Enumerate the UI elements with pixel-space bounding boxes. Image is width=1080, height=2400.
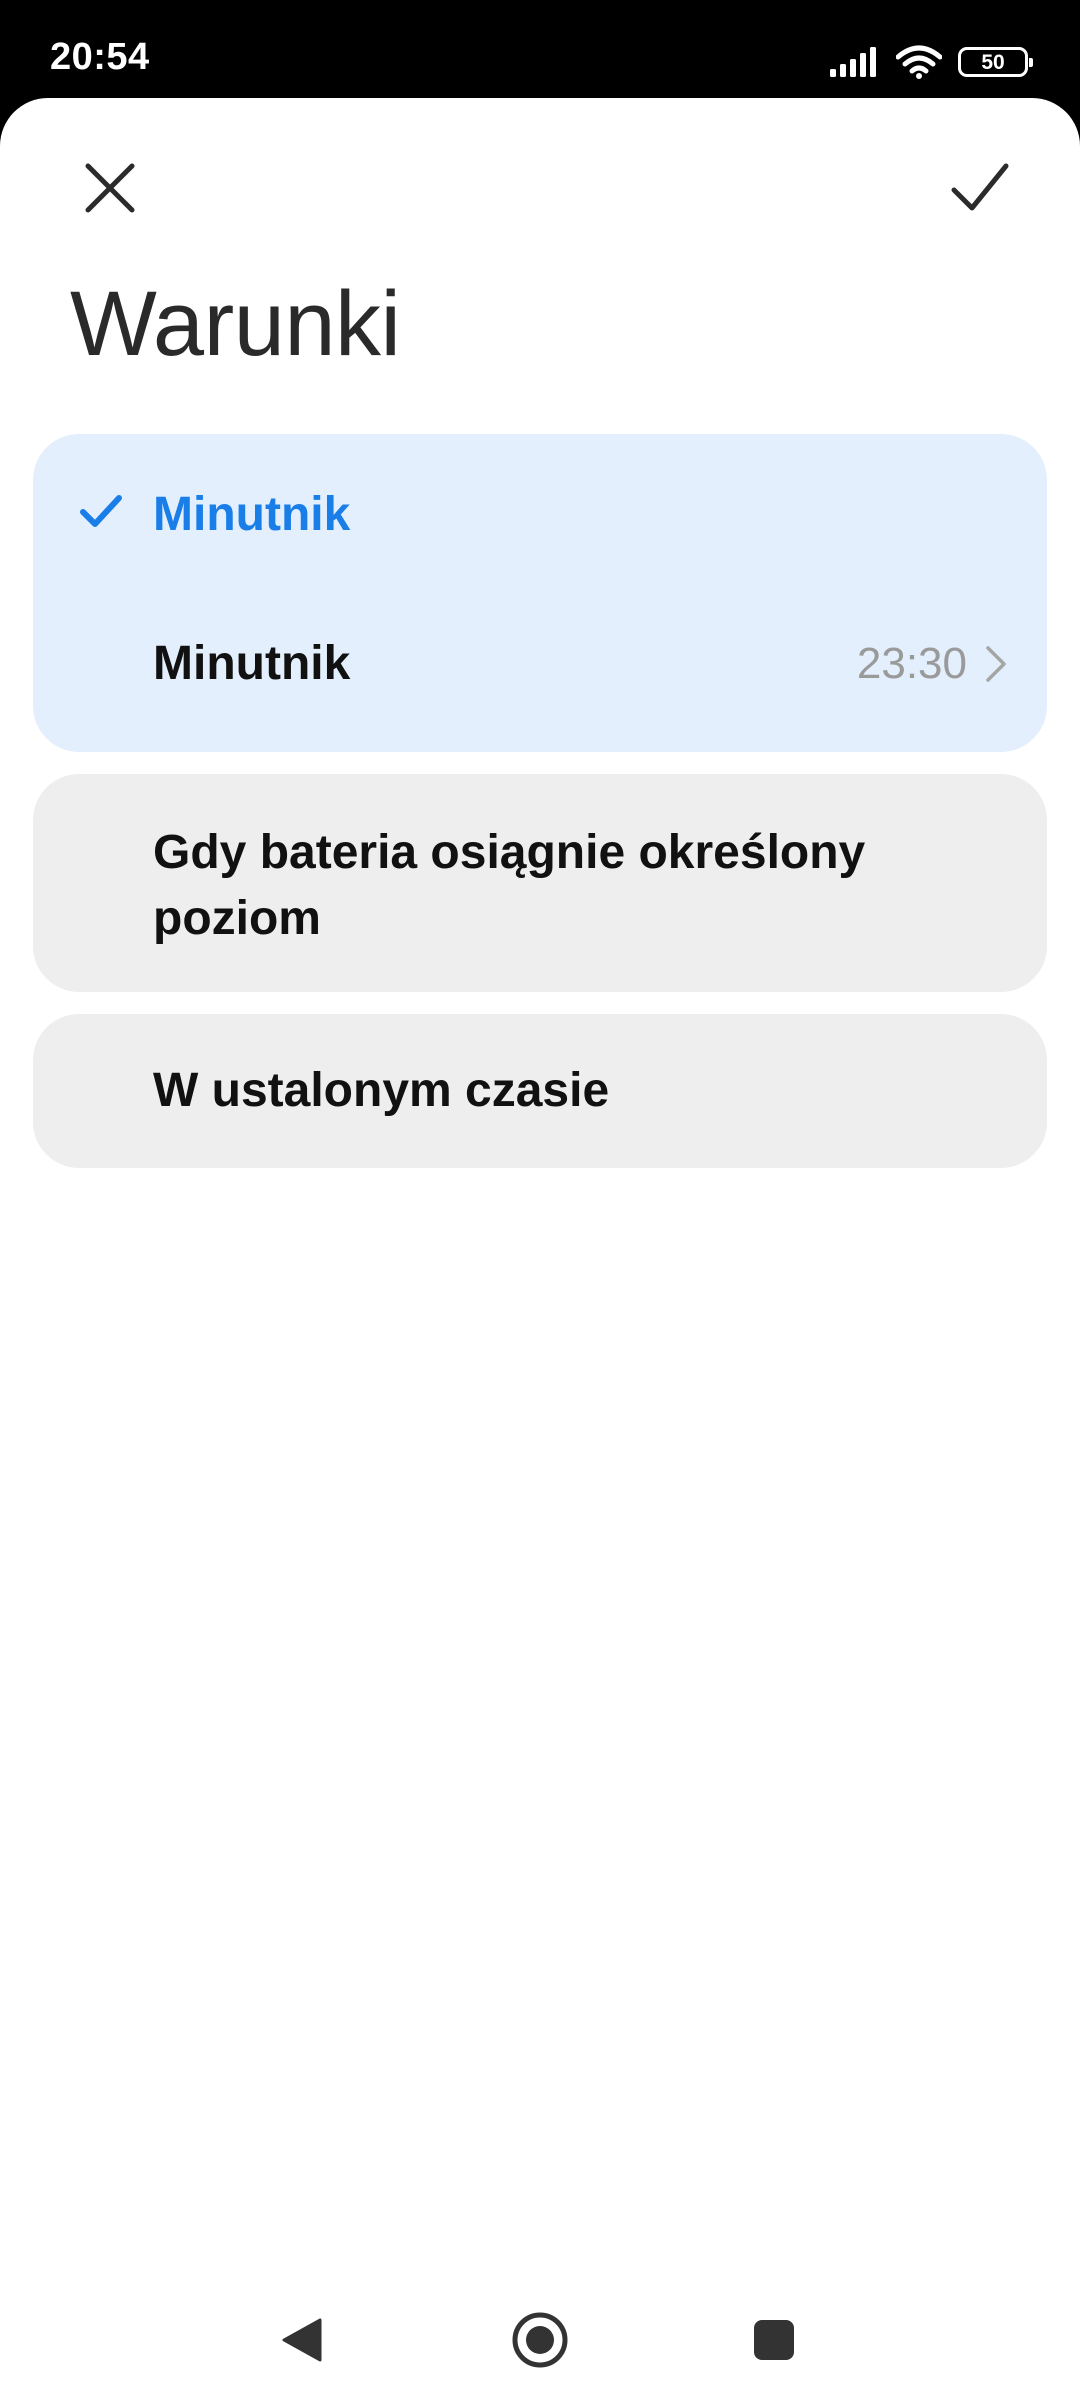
recents-icon [754, 2320, 794, 2360]
close-button[interactable] [60, 138, 160, 238]
selected-check-icon [80, 495, 122, 527]
wifi-icon [896, 45, 942, 79]
nav-back-button[interactable] [262, 2300, 342, 2380]
confirm-button[interactable] [930, 138, 1030, 238]
option-scheduled-card[interactable]: W ustalonym czasie [33, 1014, 1047, 1168]
home-icon [512, 2312, 568, 2368]
close-icon [85, 163, 135, 213]
timer-setting-label: Minutnik [153, 637, 351, 691]
status-time: 20:54 [50, 36, 150, 78]
page-title: Warunki [70, 273, 401, 375]
timer-value: 23:30 [856, 639, 967, 688]
option-scheduled-title: W ustalonym czasie [153, 1064, 610, 1117]
back-icon [282, 2318, 322, 2362]
status-icons: 50 [830, 44, 1033, 80]
navigation-bar [0, 2270, 1080, 2400]
option-battery-card[interactable]: Gdy bateria osiągnie określony poziom [33, 774, 1047, 992]
signal-icon [830, 47, 876, 77]
nav-home-button[interactable] [500, 2300, 580, 2380]
battery-level: 50 [981, 50, 1005, 74]
timer-setting-row[interactable]: Minutnik 23:30 [153, 624, 1007, 704]
timer-setting-value-group: 23:30 [857, 642, 1007, 686]
chevron-right-icon [986, 646, 1006, 682]
check-icon [951, 163, 1009, 211]
battery-icon: 50 [958, 47, 1033, 77]
conditions-sheet: Warunki Minutnik Minutnik 23:30 Gdy bate… [0, 98, 1080, 2400]
nav-recents-button[interactable] [734, 2300, 814, 2380]
option-timer-card[interactable]: Minutnik Minutnik 23:30 [33, 434, 1047, 752]
option-battery-title: Gdy bateria osiągnie określony poziom [153, 826, 866, 945]
option-timer-title: Minutnik [153, 488, 351, 541]
status-bar: 20:54 50 [0, 0, 1080, 100]
